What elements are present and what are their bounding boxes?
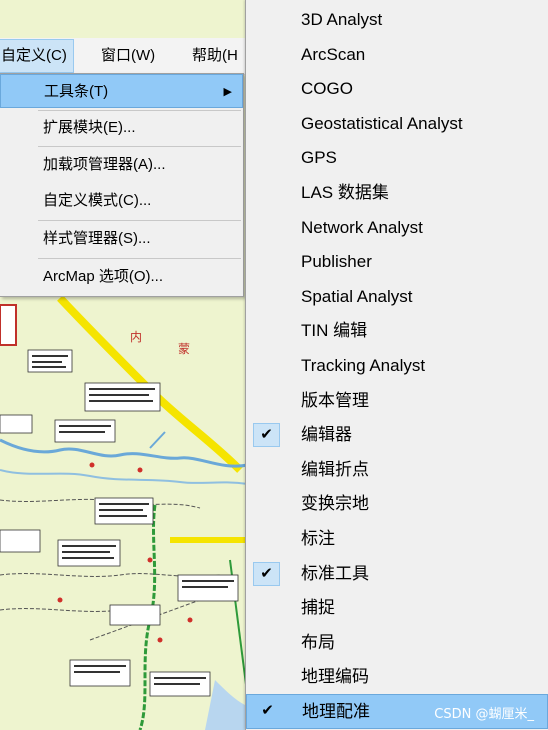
toolbar-item-label: 编辑器 — [301, 425, 352, 445]
watermark: CSDN @蝴厘米_ — [434, 707, 534, 722]
menu-item-toolbars-label: 工具条(T) — [44, 83, 109, 100]
menu-bar: 自定义(C) 窗口(W) 帮助(H — [0, 38, 260, 75]
toolbar-item-arcscan[interactable]: ArcScan — [246, 38, 548, 73]
toolbar-item-label: 布局 — [301, 632, 335, 652]
toolbar-item-label: GPS — [301, 148, 337, 168]
menu-item-extensions[interactable]: 扩展模块(E)... — [0, 111, 243, 145]
toolbar-item-edit-vertices[interactable]: 编辑折点 — [246, 453, 548, 488]
toolbar-item-versioning[interactable]: 版本管理 — [246, 384, 548, 419]
toolbar-item-publisher[interactable]: Publisher — [246, 245, 548, 280]
toolbar-item-label: Spatial Analyst — [301, 286, 413, 306]
menu-help[interactable]: 帮助(H — [186, 40, 244, 72]
toolbar-item-geocoding[interactable]: 地理编码 — [246, 660, 548, 695]
toolbar-item-gps[interactable]: GPS — [246, 141, 548, 176]
map-region-label-1: 内 — [130, 330, 143, 344]
menu-item-toolbars[interactable]: 工具条(T) ▶ — [0, 74, 243, 108]
toolbar-item-label: ArcScan — [301, 44, 366, 64]
toolbar-item-label: COGO — [301, 79, 353, 99]
toolbar-item-editor[interactable]: ✔ 编辑器 — [246, 418, 548, 453]
toolbar-item-label: LAS 数据集 — [301, 183, 389, 202]
toolbar-item-label: Tracking Analyst — [301, 356, 426, 375]
checkmark-icon: ✔ — [253, 423, 280, 448]
menu-separator — [38, 220, 241, 221]
toolbar-item-las-dataset[interactable]: LAS 数据集 — [246, 176, 548, 211]
toolbar-item-3d-analyst[interactable]: 3D Analyst — [246, 3, 548, 38]
toolbar-item-label: 地理配准 — [302, 702, 370, 721]
submenu-arrow-icon: ▶ — [223, 86, 232, 98]
toolbars-menu: 3D Analyst ArcScan COGO Geostatistical A… — [245, 0, 548, 730]
toolbar-item-label: Network Analyst — [301, 217, 423, 237]
toolbar-item-transform-parcels[interactable]: 变换宗地 — [246, 487, 548, 522]
toolbar-item-layout[interactable]: 布局 — [246, 626, 548, 661]
toolbar-item-spatial-analyst[interactable]: Spatial Analyst — [246, 280, 548, 315]
toolbar-item-network-analyst[interactable]: Network Analyst — [246, 211, 548, 246]
menu-item-customize-mode[interactable]: 自定义模式(C)... — [0, 184, 243, 218]
toolbar-item-label: 标准工具 — [301, 563, 369, 583]
map-region-label-2: 蒙 — [178, 342, 191, 356]
checkmark-icon: ✔ — [261, 702, 274, 719]
menu-item-arcmap-options[interactable]: ArcMap 选项(O)... — [0, 260, 243, 294]
toolbar-item-label: 地理编码 — [301, 667, 369, 687]
toolbar-item-label: 版本管理 — [301, 390, 369, 410]
menu-item-addin-manager[interactable]: 加载项管理器(A)... — [0, 148, 243, 182]
toolbar-item-labeling[interactable]: 标注 — [246, 522, 548, 557]
menu-separator — [38, 146, 241, 147]
toolbar-item-label: 编辑折点 — [301, 459, 369, 479]
toolbar-item-label: 变换宗地 — [301, 494, 369, 514]
menu-window[interactable]: 窗口(W) — [95, 40, 161, 72]
toolbar-item-label: Publisher — [301, 252, 372, 272]
toolbar-item-standard[interactable]: ✔ 标准工具 — [246, 557, 548, 592]
toolbar-item-tracking-analyst[interactable]: Tracking Analyst — [246, 349, 548, 384]
toolbar-item-tin-editing[interactable]: TIN 编辑 — [246, 314, 548, 349]
toolbar-item-snapping[interactable]: 捕捉 — [246, 591, 548, 626]
toolbar-item-cogo[interactable]: COGO — [246, 72, 548, 107]
menu-item-style-manager[interactable]: 样式管理器(S)... — [0, 222, 243, 256]
menu-separator — [38, 258, 241, 259]
toolbar-item-label: 捕捉 — [301, 598, 335, 618]
menu-customize[interactable]: 自定义(C) — [0, 39, 74, 73]
toolbar-item-label: 标注 — [301, 529, 335, 548]
checkmark-icon: ✔ — [253, 561, 280, 586]
toolbar-item-label: Geostatistical Analyst — [301, 113, 463, 133]
toolbar-item-label: 3D Analyst — [301, 10, 383, 29]
toolbar-item-geostatistical-analyst[interactable]: Geostatistical Analyst — [246, 107, 548, 142]
customize-menu: 工具条(T) ▶ 扩展模块(E)... 加载项管理器(A)... 自定义模式(C… — [0, 73, 244, 297]
toolbar-item-label: TIN 编辑 — [301, 321, 368, 341]
